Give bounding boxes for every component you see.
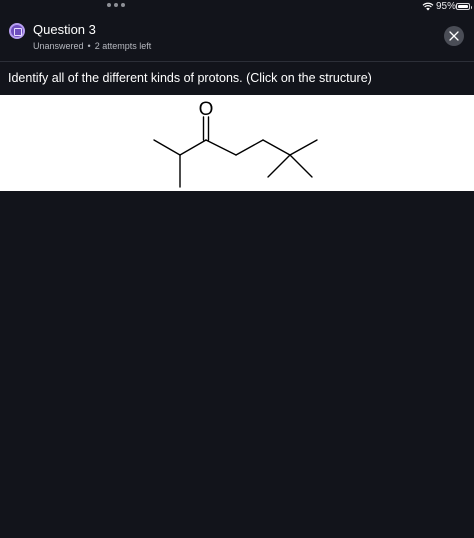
bond-ch-carbonyl — [179, 139, 207, 156]
status-bar: 95% — [0, 0, 474, 16]
meta-separator: • — [87, 41, 91, 51]
bond-ch2-ch2 — [235, 139, 264, 156]
battery-percent: 95% — [436, 1, 457, 12]
question-icon — [9, 23, 25, 39]
multitask-dots-icon[interactable] — [107, 3, 125, 7]
oxygen-label: O — [199, 99, 214, 120]
answer-status: Unanswered — [33, 41, 84, 51]
bond-carbonyl-ch2 — [205, 139, 237, 156]
bond-ch2-quaternary — [262, 139, 291, 156]
question-prompt: Identify all of the different kinds of p… — [8, 71, 372, 85]
close-button[interactable] — [444, 26, 464, 46]
question-title: Question 3 — [33, 22, 96, 37]
header-divider — [0, 61, 474, 62]
skeletal-structure-drawing[interactable]: O — [0, 95, 474, 191]
bond-tbu-right — [289, 154, 313, 178]
bond-methyl-left — [153, 139, 181, 156]
bond-tbu-upper — [289, 139, 318, 156]
battery-icon — [456, 3, 472, 10]
attempts-left: 2 attempts left — [94, 41, 152, 51]
close-icon — [449, 31, 459, 41]
wifi-icon — [422, 2, 434, 11]
molecule-structure[interactable]: O — [0, 95, 474, 191]
question-meta: Unanswered • 2 attempts left — [33, 41, 151, 51]
bond-tbu-left — [267, 154, 291, 178]
